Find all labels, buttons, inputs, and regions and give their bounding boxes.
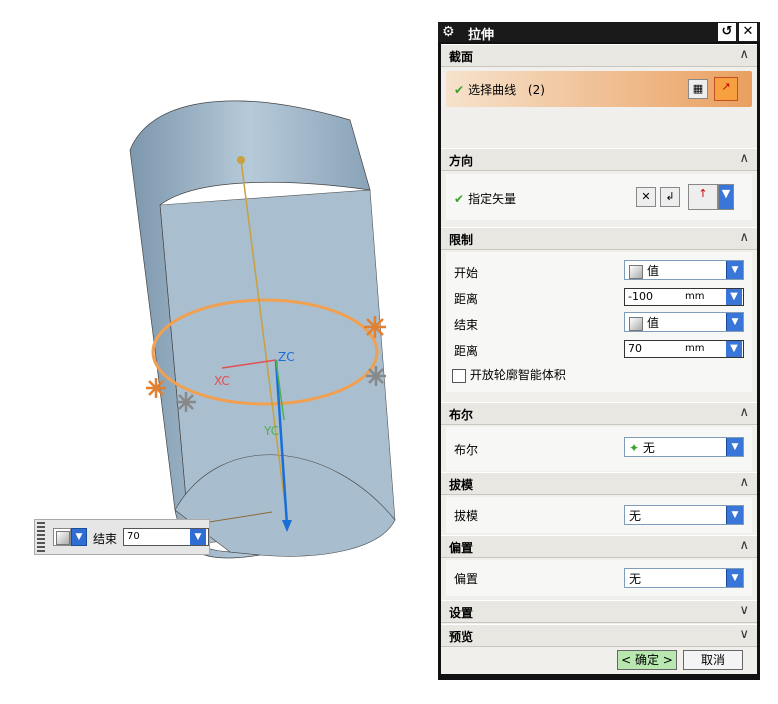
offset-group: 偏置 无 ▼ — [446, 560, 752, 596]
cylinder-model — [129, 100, 396, 559]
section-title: 设置 — [449, 606, 474, 620]
toolbar-grip[interactable] — [37, 522, 45, 552]
axis-label-xc: XC — [214, 374, 230, 388]
chevron-down-icon[interactable]: ▼ — [726, 313, 743, 331]
chevron-down-icon[interactable]: ▼ — [726, 569, 743, 587]
chevron-down-icon[interactable]: ▼ — [726, 261, 743, 279]
section-title: 预览 — [449, 630, 474, 644]
section-header-preview[interactable]: 预览 ∨ — [441, 624, 757, 647]
section-title: 截面 — [449, 50, 474, 64]
boolean-label: 布尔 — [454, 443, 479, 457]
chevron-down-icon[interactable]: ▼ — [726, 438, 743, 456]
section-header-boolean[interactable]: 布尔 ∧ — [441, 402, 757, 425]
chevron-up-icon[interactable]: ∧ — [739, 475, 749, 490]
end-type-select[interactable]: 值 ▼ — [624, 312, 744, 332]
section-title: 限制 — [449, 233, 474, 247]
chevron-down-icon[interactable]: ∨ — [739, 627, 749, 642]
end-label: 结束 — [93, 532, 118, 546]
section-header-section[interactable]: 截面 ∧ — [441, 44, 757, 67]
start-distance-input[interactable]: -100 mm ▼ — [624, 288, 744, 306]
axis-label-yc: YC — [264, 424, 280, 438]
boolean-group: 布尔 ✦ 无 ▼ — [446, 427, 752, 471]
check-icon: ✔ — [454, 83, 465, 97]
graphics-viewport[interactable]: ZC XC YC — [0, 0, 430, 701]
curve-select-icon[interactable]: ↗ — [714, 77, 738, 101]
draft-label: 拔模 — [454, 509, 479, 523]
chevron-up-icon[interactable]: ∧ — [739, 230, 749, 245]
chevron-up-icon[interactable]: ∧ — [739, 405, 749, 420]
section-title: 拔模 — [449, 478, 474, 492]
select-curve-row[interactable]: ✔ 选择曲线 (2) ▦ ↗ — [446, 71, 752, 107]
boolean-select[interactable]: ✦ 无 ▼ — [624, 437, 744, 457]
chevron-up-icon[interactable]: ∧ — [739, 151, 749, 166]
reverse-direction-icon[interactable]: ✕ — [636, 187, 656, 207]
dialog-title: 拉伸 — [468, 28, 495, 43]
chevron-up-icon[interactable]: ∧ — [739, 47, 749, 62]
reset-icon[interactable]: ↺ — [718, 23, 736, 41]
checkbox[interactable] — [452, 368, 466, 383]
chevron-down-icon[interactable]: ▼ — [71, 528, 87, 546]
ok-button[interactable]: < 确定 > — [617, 650, 677, 670]
section-header-direction[interactable]: 方向 ∧ — [441, 148, 757, 171]
vector-dialog-icon[interactable]: ↲ — [660, 187, 680, 207]
cube-icon — [629, 316, 643, 331]
end-distance-label: 距离 — [454, 344, 479, 358]
chevron-down-icon[interactable]: ∨ — [739, 603, 749, 618]
cancel-button[interactable]: 取消 — [683, 650, 743, 670]
gear-icon[interactable]: ⚙ — [442, 24, 458, 40]
chevron-down-icon[interactable]: ▼ — [718, 184, 734, 210]
start-distance-label: 距离 — [454, 292, 479, 306]
boolean-none-icon: ✦ — [629, 441, 640, 455]
spin-down-icon[interactable]: ▼ — [726, 341, 742, 357]
dialog-titlebar: ⚙ 拉伸 ↺ ✕ — [438, 22, 760, 43]
sketch-icon[interactable]: ▦ — [688, 79, 708, 99]
start-type-select[interactable]: 值 ▼ — [624, 260, 744, 280]
close-icon[interactable]: ✕ — [739, 23, 757, 41]
check-icon: ✔ — [454, 192, 465, 206]
section-header-limits[interactable]: 限制 ∧ — [441, 227, 757, 250]
specify-vector-label: 指定矢量 — [468, 192, 517, 206]
section-title: 方向 — [449, 154, 474, 168]
offset-label: 偏置 — [454, 572, 479, 586]
start-label: 开始 — [454, 266, 479, 280]
offset-select[interactable]: 无 ▼ — [624, 568, 744, 588]
chevron-down-icon[interactable]: ▼ — [726, 506, 743, 524]
end-distance-input[interactable]: 70 ▼ — [123, 528, 209, 546]
axis-label-zc: ZC — [278, 350, 295, 364]
end-distance-input[interactable]: 70 mm ▼ — [624, 340, 744, 358]
vector-type-icon[interactable]: ↑ — [688, 184, 718, 210]
section-title: 偏置 — [449, 541, 474, 555]
value-type-icon[interactable] — [53, 528, 71, 546]
extrude-dialog: ⚙ 拉伸 ↺ ✕ 截面 ∧ ✔ 选择曲线 (2) ▦ ↗ 方向 ∧ ✔ 指定矢量 ✕ — [438, 22, 760, 680]
section-header-draft[interactable]: 拔模 ∧ — [441, 472, 757, 495]
spin-down-icon[interactable]: ▼ — [190, 529, 206, 545]
draft-group: 拔模 无 ▼ — [446, 497, 752, 533]
direction-row: ✔ 指定矢量 ✕ ↲ ↑ ▼ — [446, 174, 752, 220]
mini-toolbar: ▼ 结束 70 ▼ — [34, 519, 210, 555]
curve-count: (2) — [527, 83, 545, 97]
section-header-offset[interactable]: 偏置 ∧ — [441, 535, 757, 558]
section-title: 布尔 — [449, 408, 474, 422]
end-distance-value: 70 — [127, 531, 140, 542]
chevron-up-icon[interactable]: ∧ — [739, 538, 749, 553]
end-label: 结束 — [454, 318, 479, 332]
open-profile-checkbox[interactable]: 开放轮廓智能体积 — [452, 366, 566, 383]
select-curve-label: 选择曲线 — [468, 83, 517, 97]
draft-select[interactable]: 无 ▼ — [624, 505, 744, 525]
spin-down-icon[interactable]: ▼ — [726, 289, 742, 305]
dialog-body: 截面 ∧ ✔选择曲线 (2) ▦ ↗ 方向 ∧ ✔指定矢量 ✕ ↲ ↑ ▼ — [441, 44, 757, 674]
cube-icon — [629, 264, 643, 279]
limits-group: 开始 值 ▼ 距离 -100 mm ▼ 结束 值 ▼ 距离 70 mm ▼ 开放… — [446, 252, 752, 392]
section-header-settings[interactable]: 设置 ∨ — [441, 600, 757, 623]
